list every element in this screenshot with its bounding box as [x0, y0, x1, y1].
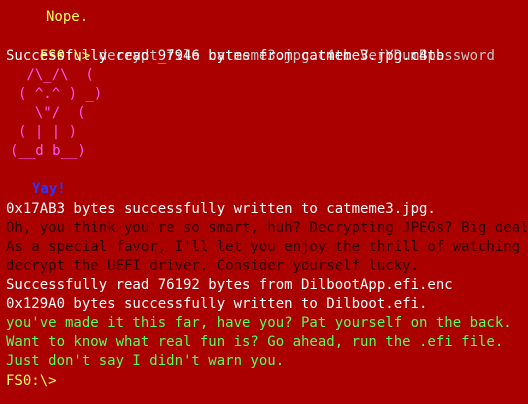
taunt-line-green: you've made it this far, have you? Pat y…	[6, 315, 512, 331]
cat-art-line: /\_/\ (	[18, 67, 94, 83]
read-success-message: Successfully read 97946 bytes from catme…	[6, 48, 445, 64]
taunt-line: decrypt the UEFI driver. Consider yourse…	[6, 258, 420, 274]
cat-art-line: ( | | )	[18, 124, 78, 140]
taunt-line: As a special favor, I'll let you enjoy t…	[6, 239, 528, 255]
write-success-message: 0x17AB3 bytes successfully written to ca…	[6, 201, 436, 217]
nope-text: Nope.	[46, 9, 89, 25]
command-line: FS0:\> decrypt_file catmeme3.jpg.c4tb Ve…	[6, 28, 495, 64]
taunt-line: Oh, you think you're so smart, huh? Decr…	[6, 220, 528, 236]
cat-art-line: ( ^.^ ) _)	[18, 86, 103, 102]
uefi-shell-terminal[interactable]: Nope. FS0:\> decrypt_file catmeme3.jpg.c…	[0, 0, 528, 404]
taunt-line-green: Just don't say I didn't warn you.	[6, 353, 285, 369]
read-success-message-2: Successfully read 76192 bytes from Dilbo…	[6, 277, 453, 293]
final-shell-prompt[interactable]: FS0:\>	[6, 372, 57, 391]
write-success-message-2: 0x129A0 bytes successfully written to Di…	[6, 296, 428, 312]
taunt-line-green: Want to know what real fun is? Go ahead,…	[6, 334, 504, 350]
cat-art-line: (__d b__)	[10, 143, 86, 159]
cat-art-line: \"/ (	[18, 105, 86, 121]
yay-text: Yay!	[32, 181, 66, 197]
